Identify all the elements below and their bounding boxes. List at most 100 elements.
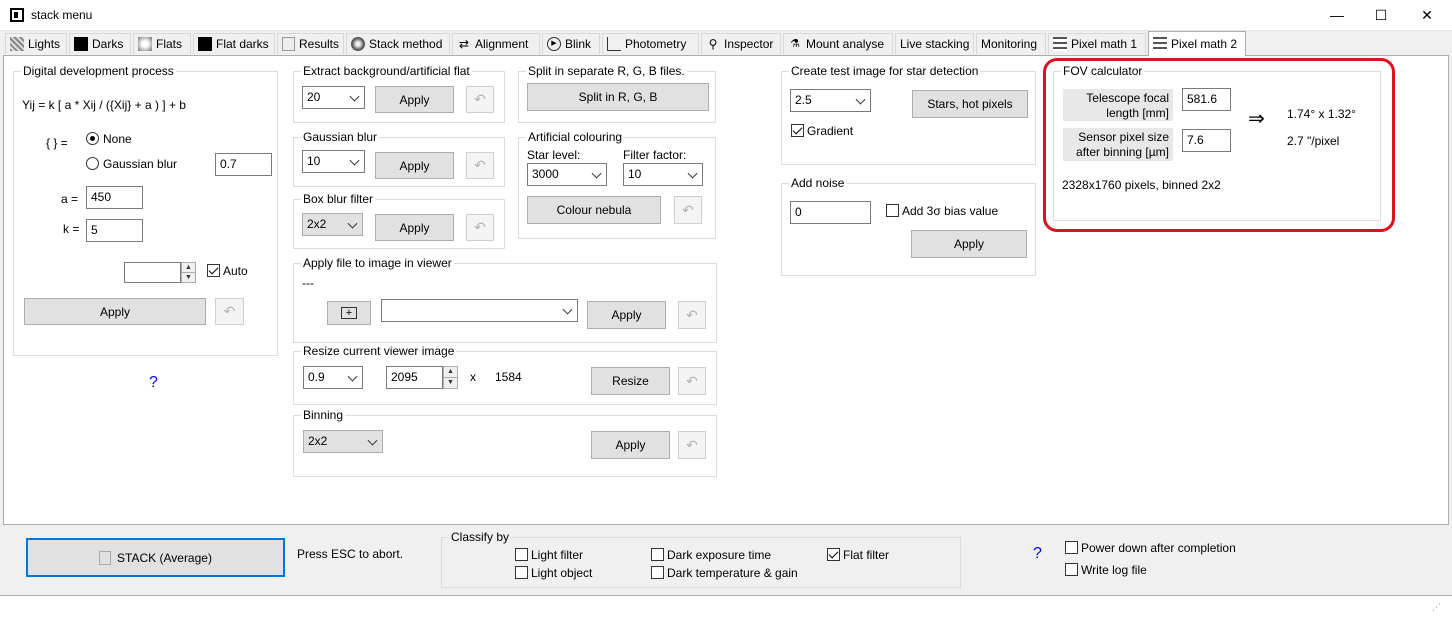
light-filter-checkbox[interactable] bbox=[515, 548, 528, 561]
gaussian-blur-radio[interactable] bbox=[86, 157, 99, 170]
stars-hot-pixels-button[interactable]: Stars, hot pixels bbox=[912, 90, 1028, 118]
extract-apply-button[interactable]: Apply bbox=[375, 86, 454, 113]
group-title: Artificial colouring bbox=[526, 130, 625, 144]
group-title: Split in separate R, G, B files. bbox=[526, 64, 687, 78]
digital-apply-button[interactable]: Apply bbox=[24, 298, 206, 325]
b-value-spinner[interactable]: ▲ ▼ bbox=[181, 262, 196, 283]
resize-undo-button[interactable]: ↶ bbox=[678, 367, 706, 395]
a-label: a = bbox=[61, 192, 79, 206]
tab-results[interactable]: Results bbox=[277, 33, 344, 54]
resize-width-input[interactable]: 2095 bbox=[386, 366, 443, 389]
noise-value-input[interactable]: 0 bbox=[790, 201, 871, 224]
tab-live-stacking[interactable]: Live stacking bbox=[895, 33, 974, 54]
open-file-button[interactable]: + bbox=[327, 301, 371, 325]
tab-flat-darks[interactable]: Flat darks bbox=[193, 33, 275, 54]
stack-method-icon bbox=[351, 37, 365, 51]
minimize-button[interactable]: — bbox=[1314, 0, 1360, 31]
noise-apply-button[interactable]: Apply bbox=[911, 230, 1027, 258]
maximize-button[interactable]: ☐ bbox=[1358, 0, 1404, 31]
group-title: Add noise bbox=[789, 176, 847, 190]
tab-alignment[interactable]: ⇄ Alignment bbox=[452, 33, 540, 54]
tab-lights[interactable]: Lights bbox=[5, 33, 67, 54]
tab-mount-analyse[interactable]: ⚗ Mount analyse bbox=[783, 33, 893, 54]
light-filter-label: Light filter bbox=[531, 548, 584, 562]
group-title: Box blur filter bbox=[301, 192, 376, 206]
write-log-checkbox[interactable] bbox=[1065, 563, 1078, 576]
spin-up-icon[interactable]: ▲ bbox=[444, 367, 457, 378]
digital-undo-button[interactable]: ↶ bbox=[215, 298, 244, 325]
sliders-icon bbox=[1153, 37, 1167, 51]
resize-button[interactable]: Resize bbox=[591, 367, 670, 395]
test-image-group: Create test image for star detection bbox=[781, 64, 1036, 165]
extract-value-select[interactable]: 20 bbox=[302, 86, 365, 109]
split-rgb-button[interactable]: Split in R, G, B bbox=[527, 83, 709, 111]
magnifier-icon: ⚲ bbox=[708, 37, 718, 51]
binning-select[interactable]: 2x2 bbox=[303, 430, 383, 453]
dark-temperature-checkbox[interactable] bbox=[651, 566, 664, 579]
dark-temperature-label: Dark temperature & gain bbox=[667, 566, 798, 580]
gradient-checkbox[interactable] bbox=[791, 124, 804, 137]
spin-down-icon[interactable]: ▼ bbox=[182, 273, 195, 283]
spin-down-icon[interactable]: ▼ bbox=[444, 378, 457, 389]
title-bar bbox=[0, 0, 1452, 31]
close-button[interactable]: ✕ bbox=[1404, 0, 1450, 31]
gaussian-apply-button[interactable]: Apply bbox=[375, 152, 454, 179]
box-blur-undo-button[interactable]: ↶ bbox=[466, 214, 494, 241]
k-value-input[interactable]: 5 bbox=[86, 219, 143, 242]
test-image-select[interactable]: 2.5 bbox=[790, 89, 871, 112]
spin-up-icon[interactable]: ▲ bbox=[182, 263, 195, 273]
app-icon bbox=[10, 8, 24, 22]
tab-inspector[interactable]: ⚲ Inspector bbox=[701, 33, 781, 54]
b-value-input[interactable] bbox=[124, 262, 181, 283]
apply-file-undo-button[interactable]: ↶ bbox=[678, 301, 706, 329]
k-label: k = bbox=[63, 222, 80, 236]
filter-factor-select[interactable]: 10 bbox=[623, 163, 703, 186]
file-name-text: --- bbox=[302, 276, 314, 290]
resize-factor-select[interactable]: 0.9 bbox=[303, 366, 363, 389]
apply-file-apply-button[interactable]: Apply bbox=[587, 301, 666, 329]
gaussian-value-input[interactable]: 0.7 bbox=[215, 153, 272, 176]
star-level-select[interactable]: 3000 bbox=[527, 163, 607, 186]
tab-photometry[interactable]: Photometry bbox=[602, 33, 699, 54]
resize-grip-icon[interactable]: ⋰ bbox=[1432, 602, 1441, 613]
apply-file-select[interactable] bbox=[381, 299, 578, 322]
stack-button[interactable]: STACK (Average) bbox=[26, 538, 285, 577]
a-value-input[interactable]: 450 bbox=[86, 186, 143, 209]
colour-nebula-button[interactable]: Colour nebula bbox=[527, 196, 661, 224]
gaussian-undo-button[interactable]: ↶ bbox=[466, 152, 494, 179]
resize-x-label: x bbox=[470, 370, 476, 384]
tab-monitoring[interactable]: Monitoring bbox=[976, 33, 1046, 54]
esc-hint-text: Press ESC to abort. bbox=[297, 547, 404, 561]
box-blur-apply-button[interactable]: Apply bbox=[375, 214, 454, 241]
bottom-help-link[interactable]: ? bbox=[1033, 545, 1042, 563]
resize-width-spinner[interactable]: ▲ ▼ bbox=[443, 366, 458, 389]
colour-nebula-undo-button[interactable]: ↶ bbox=[674, 196, 702, 224]
none-radio[interactable] bbox=[86, 132, 99, 145]
dark-exposure-checkbox[interactable] bbox=[651, 548, 664, 561]
group-title: Classify by bbox=[449, 530, 512, 544]
sliders-icon bbox=[1053, 37, 1067, 51]
extract-undo-button[interactable]: ↶ bbox=[466, 86, 494, 113]
tab-stack-method[interactable]: Stack method bbox=[346, 33, 450, 54]
power-down-label: Power down after completion bbox=[1081, 541, 1236, 555]
power-down-checkbox[interactable] bbox=[1065, 541, 1078, 554]
binning-undo-button[interactable]: ↶ bbox=[678, 431, 706, 459]
box-blur-select[interactable]: 2x2 bbox=[302, 213, 363, 236]
braces-label: { } = bbox=[46, 136, 68, 150]
binning-apply-button[interactable]: Apply bbox=[591, 431, 670, 459]
light-object-label: Light object bbox=[531, 566, 593, 580]
tab-darks[interactable]: Darks bbox=[69, 33, 131, 54]
tab-blink[interactable]: ▶ Blink bbox=[542, 33, 600, 54]
tab-pixel-math-2[interactable]: Pixel math 2 bbox=[1148, 31, 1246, 56]
tab-pixel-math-1[interactable]: Pixel math 1 bbox=[1048, 33, 1146, 54]
darks-icon bbox=[74, 37, 88, 51]
group-title: Create test image for star detection bbox=[789, 64, 981, 78]
flat-filter-checkbox[interactable] bbox=[827, 548, 840, 561]
bias-checkbox[interactable] bbox=[886, 204, 899, 217]
auto-checkbox[interactable] bbox=[207, 264, 220, 277]
gaussian-value-select[interactable]: 10 bbox=[302, 150, 365, 173]
group-title: Apply file to image in viewer bbox=[301, 256, 454, 270]
light-object-checkbox[interactable] bbox=[515, 566, 528, 579]
help-link[interactable]: ? bbox=[149, 374, 158, 392]
tab-flats[interactable]: Flats bbox=[133, 33, 191, 54]
